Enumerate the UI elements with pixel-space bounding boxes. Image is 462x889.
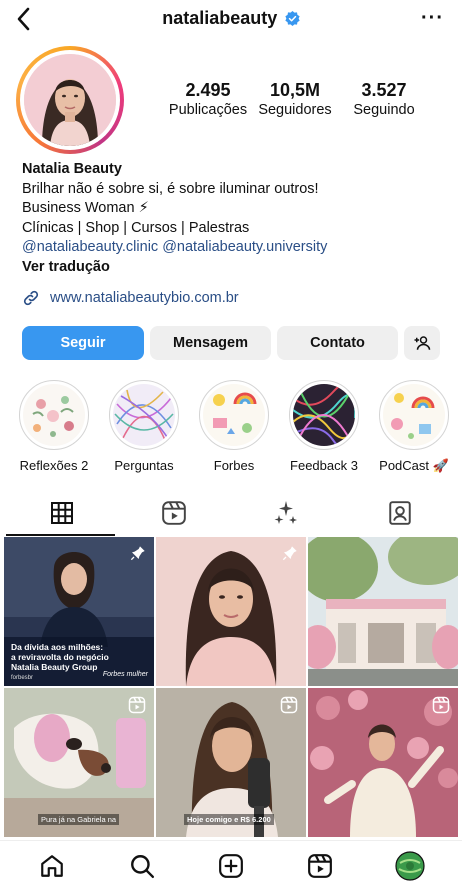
highlight-item[interactable]: PodCast 🚀 bbox=[374, 380, 454, 474]
posts-label: Publicações bbox=[168, 102, 248, 118]
link-icon bbox=[23, 290, 39, 306]
post-caption: Da dívida aos milhões: a reviravolta do … bbox=[11, 642, 109, 672]
post-grid: Da dívida aos milhões: a reviravolta do … bbox=[4, 537, 458, 837]
verified-badge-icon bbox=[285, 11, 300, 26]
bio-link-text: www.nataliabeautybio.com.br bbox=[50, 290, 239, 306]
highlight-cover bbox=[23, 384, 85, 446]
pin-icon bbox=[130, 546, 145, 561]
grid-icon bbox=[50, 502, 73, 524]
profile-photo bbox=[24, 54, 116, 146]
post-thumbnail[interactable] bbox=[308, 688, 458, 837]
nav-reels[interactable] bbox=[305, 851, 335, 881]
nav-create[interactable] bbox=[216, 851, 246, 881]
reel-badge-icon bbox=[280, 696, 298, 714]
highlight-label: PodCast 🚀 bbox=[379, 458, 449, 473]
create-icon bbox=[219, 854, 243, 878]
bottom-navigation bbox=[0, 840, 462, 889]
highlight-cover bbox=[383, 384, 445, 446]
stat-followers[interactable]: 10,5M Seguidores bbox=[250, 80, 340, 118]
highlight-label: Feedback 3 bbox=[290, 458, 358, 473]
more-options-icon[interactable]: ··· bbox=[421, 7, 444, 30]
highlight-label: Perguntas bbox=[114, 458, 174, 473]
sparkles-icon bbox=[274, 501, 297, 524]
highlight-cover bbox=[113, 384, 175, 446]
follow-button[interactable]: Seguir bbox=[22, 326, 144, 360]
mention-link[interactable]: @nataliabeauty.clinic bbox=[22, 239, 158, 255]
bio-line: Business Woman ⚡ bbox=[22, 200, 149, 216]
profile-avatar[interactable] bbox=[16, 46, 124, 154]
tab-tagged[interactable] bbox=[342, 490, 457, 536]
home-icon bbox=[41, 855, 63, 877]
reels-icon bbox=[161, 501, 186, 525]
mention-link[interactable]: @nataliabeauty.university bbox=[162, 239, 327, 255]
reels-icon bbox=[308, 854, 332, 878]
tagged-icon bbox=[388, 501, 411, 525]
highlight-cover bbox=[203, 384, 265, 446]
bio-line: Clínicas | Shop | Cursos | Palestras bbox=[22, 219, 250, 236]
profile-display-name: Natalia Beauty bbox=[22, 161, 122, 177]
following-label: Seguindo bbox=[353, 102, 415, 118]
post-thumbnail[interactable]: Hoje comigo e R$ 6.200 bbox=[156, 688, 306, 837]
highlight-cover bbox=[293, 384, 355, 446]
tab-grid[interactable] bbox=[4, 490, 119, 536]
bio-line: Brilhar não é sobre si, é sobre iluminar… bbox=[22, 180, 319, 197]
tab-reels[interactable] bbox=[116, 490, 231, 536]
post-subtitle: Hoje comigo e R$ 6.200 bbox=[184, 814, 274, 825]
stat-following[interactable]: 3.527 Seguindo bbox=[339, 80, 429, 118]
highlight-item[interactable]: Feedback 3 bbox=[284, 380, 364, 473]
top-bar: nataliabeauty ··· bbox=[0, 0, 462, 40]
post-credit: forbesbr bbox=[11, 675, 34, 681]
post-thumbnail[interactable]: Pura já na Gabriela na bbox=[4, 688, 154, 837]
posts-count: 2.495 bbox=[185, 80, 231, 100]
following-count: 3.527 bbox=[361, 80, 407, 100]
active-tab-indicator bbox=[6, 534, 115, 536]
post-brand: Forbes mulher bbox=[102, 671, 148, 678]
bio-mentions: @nataliabeauty.clinic @nataliabeauty.uni… bbox=[22, 238, 442, 258]
post-image bbox=[308, 537, 458, 686]
nav-profile[interactable] bbox=[395, 851, 425, 881]
search-icon bbox=[131, 855, 155, 879]
post-thumbnail[interactable]: Da dívida aos milhões: a reviravolta do … bbox=[4, 537, 154, 686]
see-translation-link[interactable]: Ver tradução bbox=[22, 258, 442, 278]
profile-avatar bbox=[395, 851, 425, 881]
nav-search[interactable] bbox=[127, 851, 157, 881]
profile-bio: Natalia Beauty Brilhar não é sobre si, é… bbox=[22, 160, 442, 277]
profile-tabs bbox=[0, 490, 462, 536]
reel-badge-icon bbox=[432, 696, 450, 714]
suggest-people-button[interactable] bbox=[404, 326, 440, 360]
highlight-label: Forbes bbox=[213, 458, 255, 473]
post-thumbnail[interactable] bbox=[156, 537, 306, 686]
followers-label: Seguidores bbox=[258, 102, 332, 118]
highlight-item[interactable]: Reflexões 2 bbox=[14, 380, 94, 473]
contact-button[interactable]: Contato bbox=[277, 326, 398, 360]
highlight-item[interactable]: Forbes bbox=[194, 380, 274, 473]
message-button[interactable]: Mensagem bbox=[150, 326, 271, 360]
nav-home[interactable] bbox=[37, 851, 67, 881]
post-subtitle: Pura já na Gabriela na bbox=[38, 814, 120, 825]
bio-link[interactable]: www.nataliabeautybio.com.br bbox=[22, 289, 239, 307]
post-thumbnail[interactable] bbox=[308, 537, 458, 686]
tab-sparkles[interactable] bbox=[228, 490, 343, 536]
followers-count: 10,5M bbox=[269, 80, 321, 100]
reel-badge-icon bbox=[128, 696, 146, 714]
highlight-item[interactable]: Perguntas bbox=[104, 380, 184, 473]
highlight-label: Reflexões 2 bbox=[19, 458, 89, 473]
profile-username: nataliabeauty bbox=[162, 8, 278, 28]
add-person-icon bbox=[414, 336, 431, 350]
pin-icon bbox=[282, 546, 297, 561]
stat-posts[interactable]: 2.495 Publicações bbox=[163, 80, 253, 118]
